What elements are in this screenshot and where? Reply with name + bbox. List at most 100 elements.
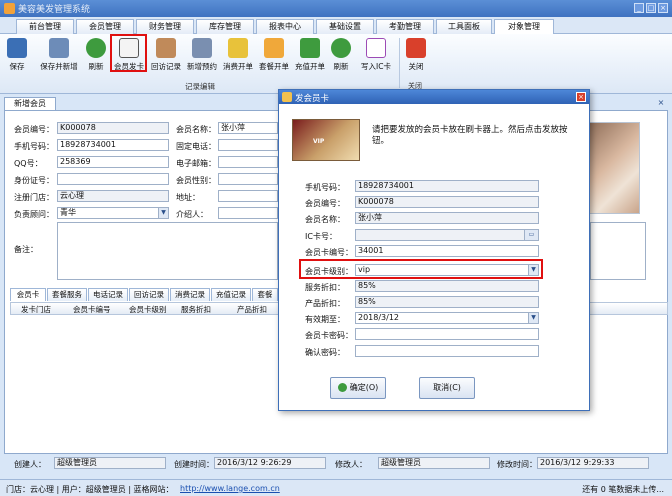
close-button[interactable]: 关闭 [404, 36, 428, 76]
store-label: 注册门店： [14, 193, 54, 202]
tel-label: 固定电话： [176, 142, 216, 151]
id-field[interactable] [57, 173, 169, 185]
col-issue-store[interactable]: 发卡门店 [21, 304, 51, 315]
dlg-phone-field: 18928734001 [355, 180, 539, 192]
minimize-icon[interactable]: _ [634, 3, 644, 13]
consultant-label: 负责顾问： [14, 210, 54, 219]
write-card-icon [366, 38, 386, 58]
address-field[interactable] [218, 190, 278, 202]
creator-field: 超级管理员 [54, 457, 166, 469]
maximize-icon[interactable]: □ [646, 3, 656, 13]
tab-package-service[interactable]: 套餐服务 [47, 288, 87, 301]
consume-order-button[interactable]: 消费开单 [220, 36, 256, 76]
ribbon-group-label: 记录编辑 [185, 82, 215, 91]
dlg-confirm-password-field[interactable] [355, 345, 539, 357]
issue-card-highlight [110, 34, 147, 72]
tab-inventory[interactable]: 库存管理 [196, 19, 254, 34]
tab-phone-record[interactable]: 电话记录 [88, 288, 128, 301]
save-and-new-button[interactable]: 保存并新增 [36, 36, 82, 76]
tab-settings[interactable]: 基础设置 [316, 19, 374, 34]
write-ic-card-button[interactable]: 写入IC卡 [355, 36, 397, 76]
save-button[interactable]: 保存 [6, 36, 28, 76]
doc-close-icon[interactable]: × [656, 98, 666, 108]
gender-field[interactable] [218, 173, 278, 185]
email-field[interactable] [218, 156, 278, 168]
new-appointment-button[interactable]: 新增预约 [184, 36, 220, 76]
card-reader-icon[interactable]: ▭ [524, 230, 538, 240]
vip-card-image: VIP [292, 119, 360, 161]
save-new-icon [49, 38, 69, 58]
tab-package[interactable]: 套餐 [252, 288, 278, 301]
dlg-ic-label: IC卡号： [305, 232, 337, 241]
dlg-ic-field[interactable]: ▭ [355, 229, 539, 241]
member-name-field[interactable]: 张小萍 [218, 122, 278, 134]
creator-label: 创建人： [14, 460, 46, 469]
col-card-no[interactable]: 会员卡编号 [73, 304, 111, 315]
window-title: 美容美发管理系统 [18, 5, 91, 15]
phone-field[interactable]: 18928734001 [57, 139, 169, 151]
dialog-close-icon[interactable]: × [576, 92, 586, 102]
member-no-field[interactable]: K000078 [57, 122, 169, 134]
card-level-highlight [299, 259, 543, 279]
member-no-label: 会员编号： [14, 125, 54, 134]
close-x-icon [406, 38, 426, 58]
dlg-card-no-field[interactable]: 34001 [355, 245, 539, 257]
dlg-expiry-field[interactable]: 2018/3/12 ▼ [355, 312, 539, 324]
chevron-down-icon[interactable]: ▼ [158, 208, 168, 218]
calendar-dropdown-icon[interactable]: ▼ [528, 313, 538, 323]
dlg-password-field[interactable] [355, 328, 539, 340]
tab-objects[interactable]: 对象管理 [494, 19, 554, 35]
tab-followup-record[interactable]: 回访记录 [129, 288, 169, 301]
package-order-button[interactable]: 套餐开单 [256, 36, 292, 76]
created-label: 创建时间： [174, 460, 214, 469]
consultant-select[interactable]: 青华 ▼ [57, 207, 169, 219]
tab-attendance[interactable]: 考勤管理 [376, 19, 434, 34]
issue-card-dialog: 发会员卡 × VIP 请把要发放的会员卡放在刷卡器上。然后点击发放按钮。 手机号… [278, 89, 590, 411]
member-photo[interactable] [584, 122, 640, 214]
remark-textarea[interactable] [57, 222, 278, 280]
dlg-member-name-field: 张小萍 [355, 212, 539, 224]
menu-tabs: 前台管理 会员管理 财务管理 库存管理 报表中心 基础设置 考勤管理 工具面板 … [0, 17, 672, 35]
dlg-card-no-label: 会员卡编号： [305, 248, 353, 257]
followup-record-button[interactable]: 回访记录 [148, 36, 184, 76]
col-service-discount[interactable]: 服务折扣 [181, 304, 211, 315]
tab-member-card[interactable]: 会员卡 [10, 288, 46, 301]
refresh-button[interactable]: 刷新 [84, 36, 108, 76]
refresh-icon [86, 38, 106, 58]
tab-front-desk[interactable]: 前台管理 [16, 19, 74, 34]
qq-label: QQ号： [14, 159, 43, 168]
recharge-order-button[interactable]: 充值开单 [292, 36, 328, 76]
cancel-button[interactable]: 取消(C) [419, 377, 475, 399]
dialog-prompt: 请把要发放的会员卡放在刷卡器上。然后点击发放按钮。 [372, 125, 568, 146]
tel-field[interactable] [218, 139, 278, 151]
dlg-product-discount-field[interactable]: 85% [355, 296, 539, 308]
tab-tools[interactable]: 工具面板 [436, 19, 492, 34]
dlg-confirm-password-label: 确认密码： [305, 348, 345, 357]
close-icon[interactable]: × [658, 3, 668, 13]
dlg-password-label: 会员卡密码： [305, 331, 353, 340]
ok-button[interactable]: 确定(O) [330, 377, 386, 399]
col-card-level[interactable]: 会员卡级别 [129, 304, 167, 315]
col-product-discount[interactable]: 产品折扣 [237, 304, 267, 315]
website-link[interactable]: http://www.lange.com.cn [180, 484, 280, 493]
store-field[interactable]: 云心理 [57, 190, 169, 202]
tab-recharge-record[interactable]: 充值记录 [211, 288, 251, 301]
qq-field[interactable]: 258369 [57, 156, 169, 168]
refresh-button-2[interactable]: 刷新 [330, 36, 352, 76]
remark-textarea-right[interactable] [590, 222, 646, 280]
id-label: 身份证号： [14, 176, 54, 185]
ok-label: 确定(O) [349, 383, 379, 392]
cancel-label: 取消(C) [433, 383, 461, 392]
dlg-service-discount-label: 服务折扣： [305, 283, 345, 292]
tab-consume-record[interactable]: 消费记录 [170, 288, 210, 301]
referrer-field[interactable] [218, 207, 278, 219]
tab-reports[interactable]: 报表中心 [256, 19, 314, 34]
modified-field: 2016/3/12 9:29:33 [537, 457, 649, 469]
tab-finance[interactable]: 财务管理 [136, 19, 194, 34]
dlg-expiry-value: 2018/3/12 [358, 313, 400, 322]
tab-members[interactable]: 会员管理 [76, 19, 134, 34]
dlg-member-no-label: 会员编号： [305, 199, 345, 208]
dlg-member-name-label: 会员名称： [305, 215, 345, 224]
doc-tab-new-member[interactable]: 新增会员 [4, 97, 56, 110]
dlg-service-discount-field[interactable]: 85% [355, 280, 539, 292]
